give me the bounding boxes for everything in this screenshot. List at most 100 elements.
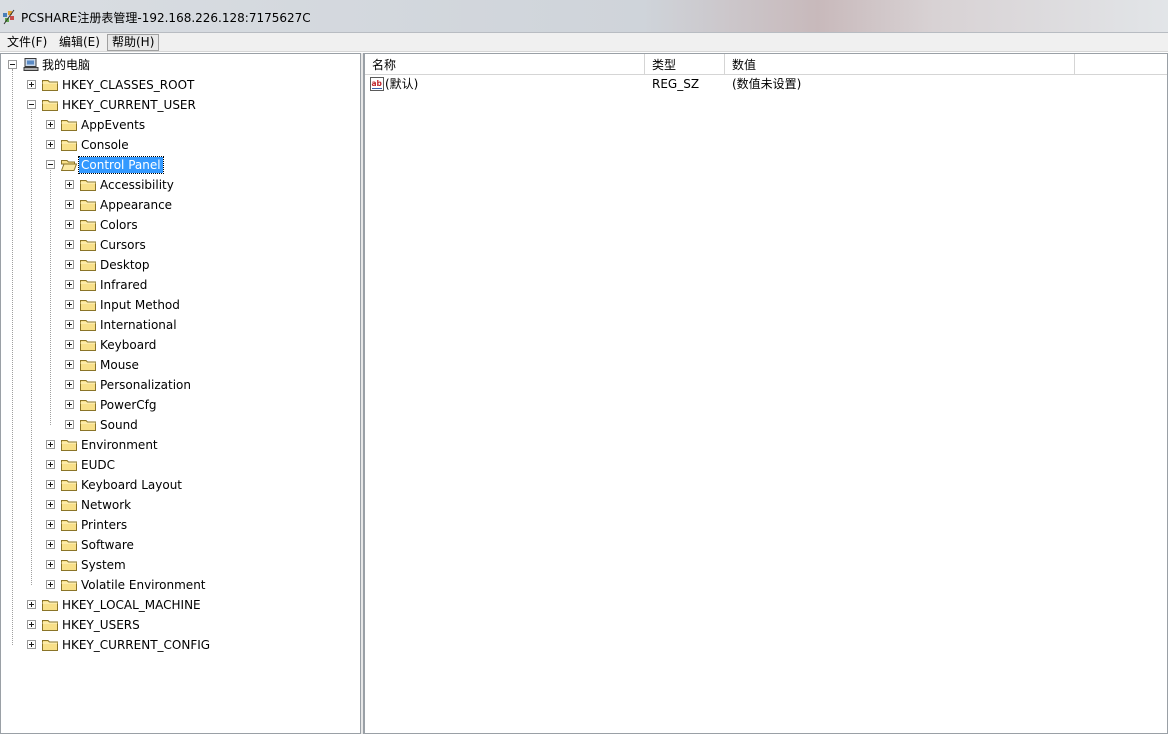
tree-node-infrared[interactable]: Infrared — [1, 275, 261, 295]
expand-icon[interactable] — [65, 360, 74, 369]
tree-node-hkey-current-user[interactable]: HKEY_CURRENT_USER — [1, 95, 261, 115]
tree-node-network[interactable]: Network — [1, 495, 261, 515]
tree-node-volatile-environment[interactable]: Volatile Environment — [1, 575, 261, 595]
expand-icon[interactable] — [65, 220, 74, 229]
svg-text:ab: ab — [372, 79, 383, 88]
expand-icon[interactable] — [65, 320, 74, 329]
tree-node-label: System — [81, 558, 126, 572]
tree-node-personalization[interactable]: Personalization — [1, 375, 261, 395]
tree-node-system[interactable]: System — [1, 555, 261, 575]
tree-node-label: Control Panel — [78, 156, 164, 174]
expand-icon[interactable] — [27, 80, 36, 89]
tree-node-hkey-users[interactable]: HKEY_USERS — [1, 615, 261, 635]
open-folder-icon — [61, 160, 77, 171]
tree-node-colors[interactable]: Colors — [1, 215, 261, 235]
value-name: (默认) — [385, 77, 419, 91]
expand-icon[interactable] — [46, 120, 55, 129]
expand-icon[interactable] — [65, 180, 74, 189]
tree-node-printers[interactable]: Printers — [1, 515, 261, 535]
tree-node-console[interactable]: Console — [1, 135, 261, 155]
tree-node-keyboard[interactable]: Keyboard — [1, 335, 261, 355]
expand-icon[interactable] — [46, 540, 55, 549]
tree-node-environment[interactable]: Environment — [1, 435, 261, 455]
table-row[interactable]: ab (默认) REG_SZ (数值未设置) — [365, 75, 1167, 93]
folder-icon — [80, 380, 96, 391]
tree-node-label: Software — [81, 538, 134, 552]
expand-icon[interactable] — [65, 400, 74, 409]
menu-edit[interactable]: 编辑(E) — [55, 34, 104, 51]
tree-node-label: Sound — [100, 418, 138, 432]
expand-icon[interactable] — [65, 260, 74, 269]
column-name-header[interactable]: 名称 — [365, 54, 645, 74]
tree-node-label: International — [100, 318, 177, 332]
expand-icon[interactable] — [27, 640, 36, 649]
tree-node-appevents[interactable]: AppEvents — [1, 115, 261, 135]
tree-node-hkey-current-config[interactable]: HKEY_CURRENT_CONFIG — [1, 635, 261, 655]
folder-icon — [61, 460, 77, 471]
tree-node-eudc[interactable]: EUDC — [1, 455, 261, 475]
column-data-header[interactable]: 数值 — [725, 54, 1075, 74]
tree-node-label: Printers — [81, 518, 128, 532]
tree-node-label: HKEY_CURRENT_USER — [62, 98, 196, 112]
tree-node-cursors[interactable]: Cursors — [1, 235, 261, 255]
expand-icon[interactable] — [27, 620, 36, 629]
tree-node-appearance[interactable]: Appearance — [1, 195, 261, 215]
expand-icon[interactable] — [65, 380, 74, 389]
menu-bar: 文件(F) 编辑(E) 帮助(H) — [0, 33, 1168, 52]
tree-node-keyboard-layout[interactable]: Keyboard Layout — [1, 475, 261, 495]
expand-icon[interactable] — [46, 480, 55, 489]
tree-node-my-computer[interactable]: 我的电脑 — [1, 55, 201, 75]
tree-node-software[interactable]: Software — [1, 535, 261, 555]
folder-icon — [42, 640, 58, 651]
registry-values-pane[interactable]: 名称 类型 数值 ab (默认) REG_SZ (数值未设置) — [363, 53, 1168, 734]
expand-icon[interactable] — [46, 140, 55, 149]
folder-icon — [61, 540, 77, 551]
menu-help[interactable]: 帮助(H) — [107, 34, 160, 51]
tree-node-label: HKEY_CURRENT_CONFIG — [62, 638, 211, 652]
folder-icon — [61, 120, 77, 131]
expand-icon[interactable] — [65, 200, 74, 209]
collapse-icon[interactable] — [46, 160, 55, 169]
tree-node-accessibility[interactable]: Accessibility — [1, 175, 261, 195]
collapse-icon[interactable] — [8, 60, 17, 69]
expand-icon[interactable] — [46, 440, 55, 449]
column-type-header[interactable]: 类型 — [645, 54, 725, 74]
registry-tree-pane[interactable]: 我的电脑 HKEY_CLASSES_ROOT HKEY_CURRENT_USER… — [0, 53, 361, 734]
tree-node-label: HKEY_CLASSES_ROOT — [62, 78, 195, 92]
tree-node-label: Infrared — [100, 278, 148, 292]
tree-node-powercfg[interactable]: PowerCfg — [1, 395, 261, 415]
tree-node-mouse[interactable]: Mouse — [1, 355, 261, 375]
expand-icon[interactable] — [65, 280, 74, 289]
folder-icon — [61, 500, 77, 511]
expand-icon[interactable] — [46, 460, 55, 469]
menu-file[interactable]: 文件(F) — [3, 34, 51, 51]
tree-node-hkey-local-machine[interactable]: HKEY_LOCAL_MACHINE — [1, 595, 261, 615]
folder-icon — [42, 80, 58, 91]
tree-node-label: 我的电脑 — [42, 58, 91, 72]
tree-node-label: Keyboard — [100, 338, 157, 352]
registry-app-icon — [3, 9, 15, 25]
tree-node-international[interactable]: International — [1, 315, 261, 335]
folder-icon — [80, 420, 96, 431]
expand-icon[interactable] — [27, 600, 36, 609]
tree-node-hkey-classes-root[interactable]: HKEY_CLASSES_ROOT — [1, 75, 261, 95]
expand-icon[interactable] — [46, 560, 55, 569]
tree-node-control-panel[interactable]: Control Panel — [1, 155, 261, 175]
tree-node-sound[interactable]: Sound — [1, 415, 261, 435]
expand-icon[interactable] — [46, 580, 55, 589]
tree-node-label: Console — [81, 138, 129, 152]
collapse-icon[interactable] — [27, 100, 36, 109]
folder-icon — [80, 340, 96, 351]
expand-icon[interactable] — [65, 240, 74, 249]
folder-icon — [61, 480, 77, 491]
tree-node-label: Colors — [100, 218, 138, 232]
expand-icon[interactable] — [46, 520, 55, 529]
tree-node-desktop[interactable]: Desktop — [1, 255, 261, 275]
expand-icon[interactable] — [65, 340, 74, 349]
folder-icon — [80, 240, 96, 251]
expand-icon[interactable] — [65, 420, 74, 429]
expand-icon[interactable] — [46, 500, 55, 509]
expand-icon[interactable] — [65, 300, 74, 309]
tree-node-input-method[interactable]: Input Method — [1, 295, 261, 315]
folder-icon — [61, 140, 77, 151]
